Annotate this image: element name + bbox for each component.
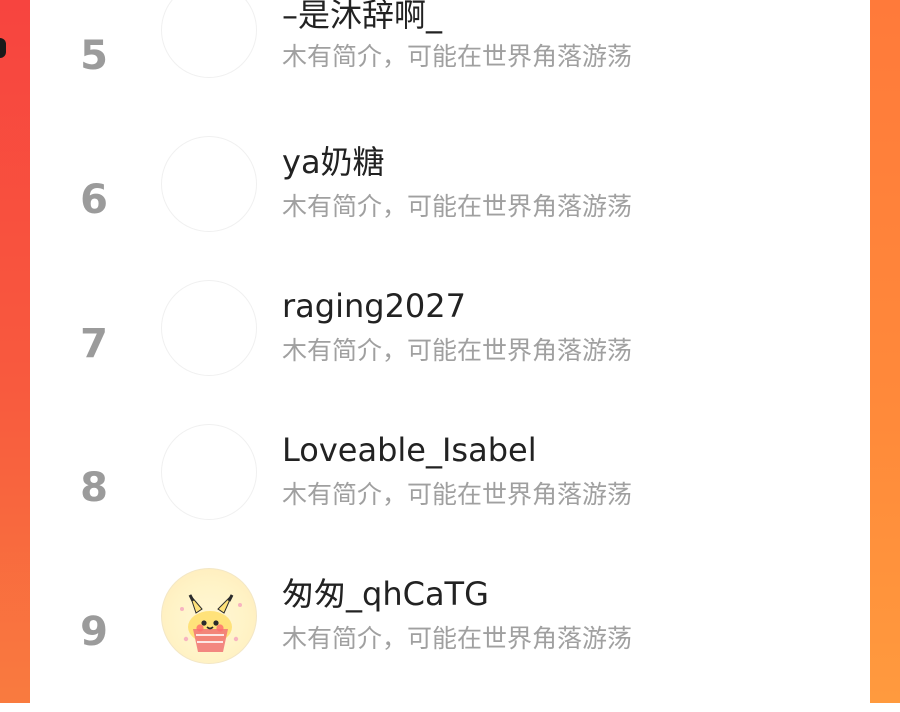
- avatar[interactable]: [161, 280, 257, 376]
- pikachu-icon: [180, 594, 242, 652]
- rank-number: 6: [80, 177, 108, 223]
- user-name[interactable]: ya奶糖: [282, 146, 385, 178]
- user-bio: 木有简介，可能在世界角落游荡: [282, 42, 633, 71]
- avatar[interactable]: [161, 568, 257, 664]
- ranking-panel: 5 –是沐辞啊_ 木有简介，可能在世界角落游荡 6 ya奶糖 木有简介，可能在世…: [30, 0, 870, 703]
- user-name[interactable]: raging2027: [282, 290, 466, 322]
- list-item[interactable]: 9 匆匆_qhCaTG 木有简介，可能在世界角落游荡: [30, 568, 870, 712]
- user-name[interactable]: –是沐辞啊_: [282, 0, 442, 31]
- list-item[interactable]: 8 Loveable_Isabel 木有简介，可能在世界角落游荡: [30, 424, 870, 568]
- rank-number: 5: [80, 33, 108, 79]
- user-name[interactable]: 匆匆_qhCaTG: [282, 578, 489, 610]
- avatar[interactable]: [161, 136, 257, 232]
- edge-handle-icon: [0, 38, 6, 58]
- user-bio: 木有简介，可能在世界角落游荡: [282, 480, 633, 509]
- list-item[interactable]: 6 ya奶糖 木有简介，可能在世界角落游荡: [30, 136, 870, 280]
- rank-number: 9: [80, 609, 108, 655]
- user-bio: 木有简介，可能在世界角落游荡: [282, 624, 633, 653]
- user-name[interactable]: Loveable_Isabel: [282, 434, 537, 466]
- avatar[interactable]: [161, 424, 257, 520]
- list-item[interactable]: 5 –是沐辞啊_ 木有简介，可能在世界角落游荡: [30, 0, 870, 136]
- rank-number: 8: [80, 465, 108, 511]
- background-right-strip: [870, 0, 900, 703]
- list-item[interactable]: 7 raging2027 木有简介，可能在世界角落游荡: [30, 280, 870, 424]
- rank-number: 7: [80, 321, 108, 367]
- user-bio: 木有简介，可能在世界角落游荡: [282, 192, 633, 221]
- background-left-strip: [0, 0, 30, 703]
- user-bio: 木有简介，可能在世界角落游荡: [282, 336, 633, 365]
- avatar[interactable]: [161, 0, 257, 78]
